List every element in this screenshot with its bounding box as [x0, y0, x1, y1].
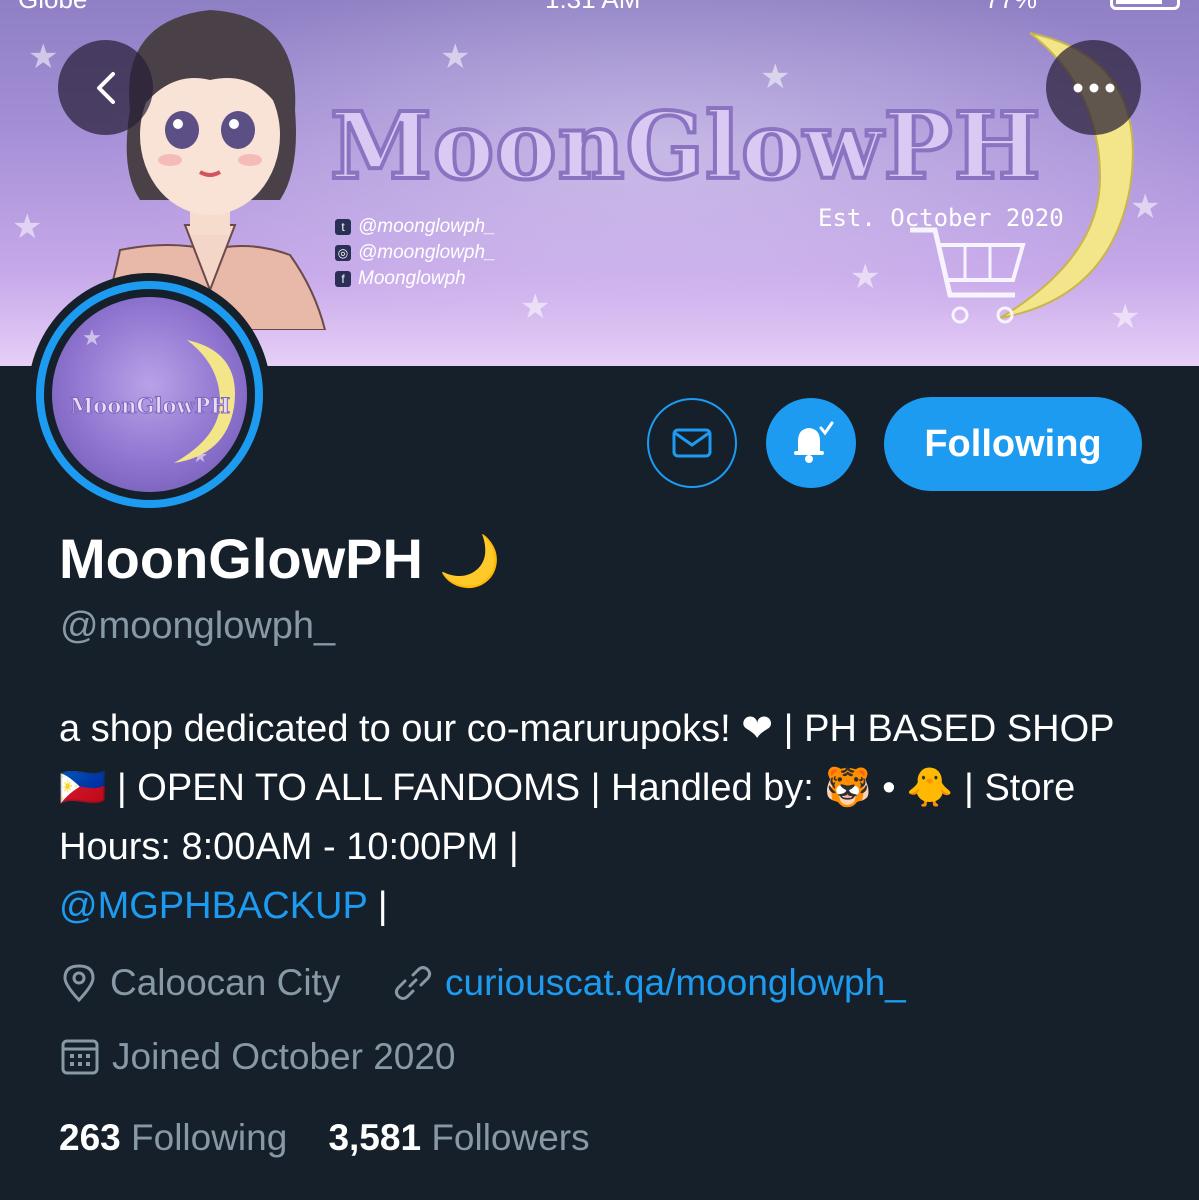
profile-bio: a shop dedicated to our co-marurupoks! ❤… — [59, 700, 1159, 936]
moon-emoji: 🌙 — [438, 533, 501, 589]
avatar-text: MoonGlowPH — [69, 393, 231, 419]
bio-text-end: | — [367, 885, 388, 927]
facebook-icon: f — [335, 271, 351, 287]
back-button[interactable] — [58, 40, 153, 135]
banner-social-facebook: f Moonglowph — [335, 266, 496, 292]
carrier-label: Globe — [18, 0, 87, 15]
display-name-text: MoonGlowPH — [59, 527, 423, 590]
star-decoration: ★ — [760, 58, 791, 96]
website-link[interactable]: curiouscat.qa/moonglowph_ — [445, 962, 906, 1004]
battery-percent: 77% — [985, 0, 1037, 15]
star-decoration: ★ — [520, 288, 551, 326]
profile-stats: 263 Following 3,581 Followers — [59, 1117, 590, 1159]
banner-title: MoonGlowPH — [328, 90, 1043, 202]
more-dots-icon — [1073, 83, 1114, 92]
following-count: 263 — [59, 1117, 121, 1158]
star-decoration: ★ — [12, 208, 43, 246]
banner-social-text: @moonglowph_ — [358, 242, 496, 263]
star-decoration: ★ — [28, 38, 59, 76]
notifications-button[interactable] — [766, 398, 856, 488]
twitter-icon: t — [335, 219, 351, 235]
battery-icon — [1110, 0, 1180, 10]
profile-handle: @moonglowph_ — [60, 605, 336, 647]
calendar-icon — [61, 1039, 99, 1075]
followers-label: Followers — [431, 1117, 590, 1158]
location-pin-icon — [63, 964, 95, 1003]
instagram-icon: ◎ — [335, 245, 351, 261]
cart-icon — [910, 227, 1026, 324]
banner-socials: t @moonglowph_ ◎ @moonglowph_ f Moonglow… — [335, 214, 496, 292]
bio-mention-link[interactable]: @MGPHBACKUP — [59, 885, 367, 927]
following-button[interactable]: Following — [884, 397, 1142, 491]
joined-text: Joined October 2020 — [112, 1036, 456, 1077]
followers-count: 3,581 — [328, 1117, 422, 1158]
star-decoration: ★ — [440, 38, 471, 76]
display-name: MoonGlowPH 🌙 — [59, 526, 501, 591]
followers-stat[interactable]: 3,581 Followers — [328, 1117, 589, 1158]
avatar-image: ★ ★ MoonGlowPH — [52, 297, 247, 492]
star-decoration: ★ — [850, 258, 881, 296]
banner-est: Est. October 2020 — [818, 204, 1064, 232]
message-button[interactable] — [647, 398, 737, 488]
star-decoration: ★ — [82, 325, 102, 350]
location-row: Caloocan City — [60, 962, 340, 1004]
mail-icon — [672, 428, 712, 458]
following-stat[interactable]: 263 Following — [59, 1117, 298, 1158]
joined-row: Joined October 2020 — [60, 1036, 456, 1078]
banner-social-text: Moonglowph — [358, 268, 466, 289]
website-row[interactable]: curiouscat.qa/moonglowph_ — [393, 962, 906, 1004]
link-icon — [394, 966, 432, 1000]
avatar[interactable]: ★ ★ MoonGlowPH — [36, 281, 263, 508]
banner-social-twitter: t @moonglowph_ — [335, 214, 496, 240]
clock-label: 1:31 AM — [545, 0, 640, 15]
following-label: Following — [131, 1117, 288, 1158]
more-options-button[interactable] — [1046, 40, 1141, 135]
bell-check-icon — [794, 421, 834, 463]
location-text: Caloocan City — [110, 962, 341, 1003]
banner-social-text: @moonglowph_ — [358, 216, 496, 237]
banner-social-instagram: ◎ @moonglowph_ — [335, 240, 496, 266]
bio-text: a shop dedicated to our co-marurupoks! ❤… — [59, 708, 1114, 868]
chevron-left-icon — [96, 71, 115, 104]
